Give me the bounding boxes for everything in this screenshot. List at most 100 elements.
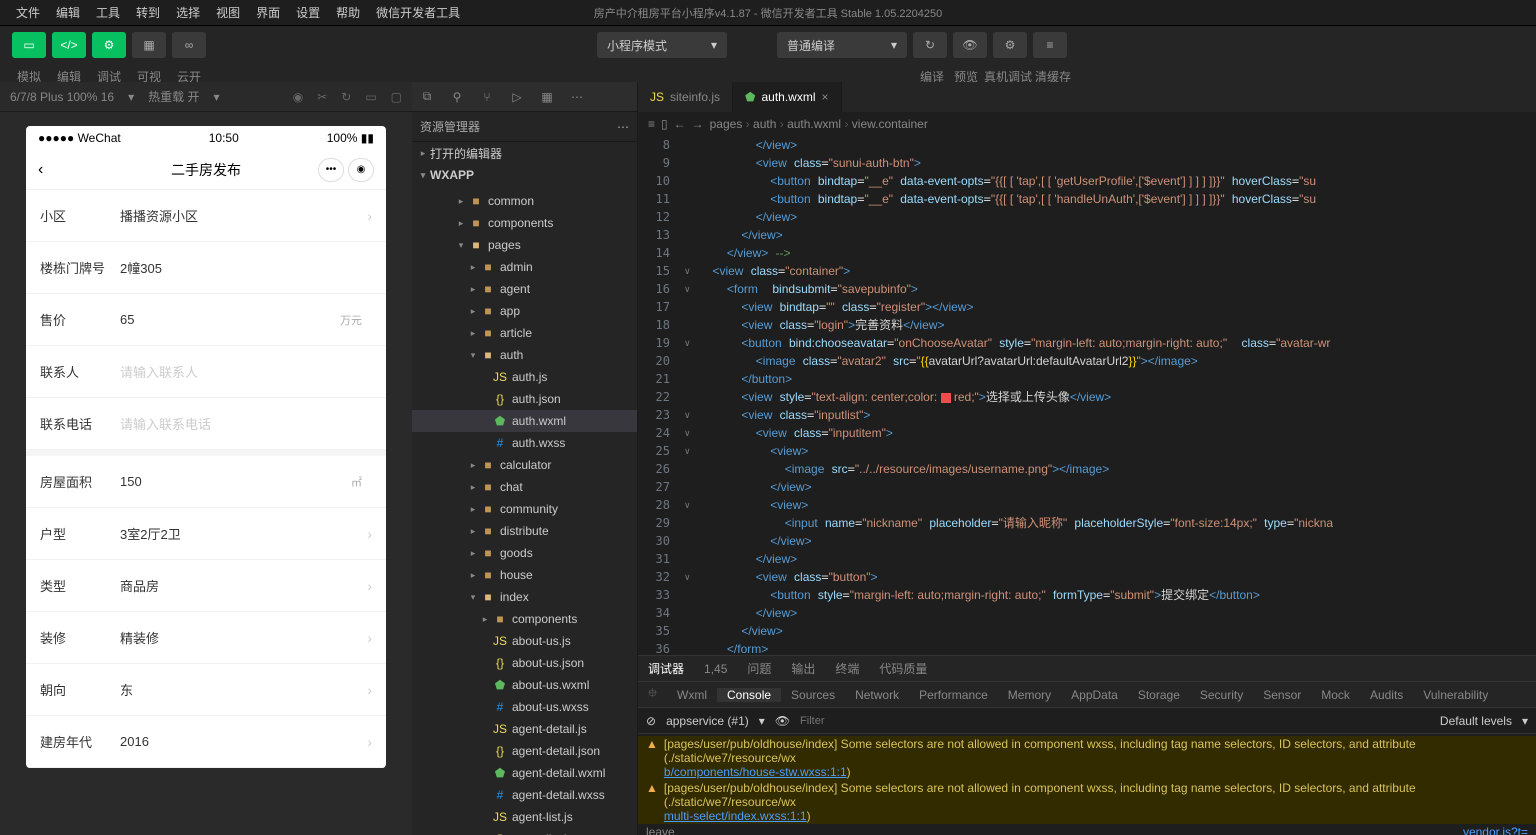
tree-node[interactable]: ▸■goods	[412, 542, 637, 564]
inspect-icon[interactable]: ⯐	[638, 684, 667, 705]
tree-node[interactable]: {}auth.json	[412, 388, 637, 410]
editor-tab[interactable]: ⬟auth.wxml×	[733, 82, 841, 112]
tree-node[interactable]: {}about-us.json	[412, 652, 637, 674]
tree-node[interactable]: ▾■auth	[412, 344, 637, 366]
tree-node[interactable]: {}agent-list.json	[412, 828, 637, 835]
form-row[interactable]: 售价65万元	[26, 294, 386, 346]
devtools-subtab[interactable]: Performance	[909, 688, 998, 702]
explorer-tab-icon[interactable]: ⧉	[412, 89, 442, 104]
devtools-subtab[interactable]: Audits	[1360, 688, 1413, 702]
tree-node[interactable]: ▸■common	[412, 190, 637, 212]
mode-dropdown[interactable]: 小程序模式▾	[597, 32, 727, 58]
menu-item[interactable]: 微信开发者工具	[368, 0, 468, 25]
devtools-tab[interactable]: 终端	[825, 656, 869, 682]
code-area[interactable]: 8 </view>9 <view class="sunui-auth-btn">…	[638, 136, 1536, 655]
tree-node[interactable]: {}agent-detail.json	[412, 740, 637, 762]
form-row[interactable]: 装修精装修›	[26, 612, 386, 664]
nav-fwd-icon[interactable]: →	[692, 117, 704, 131]
devtools-subtab[interactable]: Sensor	[1253, 688, 1311, 702]
levels-dropdown[interactable]: Default levels	[1440, 714, 1512, 728]
form-row[interactable]: 联系人请输入联系人	[26, 346, 386, 398]
breadcrumb[interactable]: ≡ ▯ ← → pages › auth › auth.wxml › view.…	[638, 112, 1536, 136]
sim-icon[interactable]: ▭	[365, 90, 376, 104]
sim-icon[interactable]: ✂	[317, 90, 327, 104]
more-icon[interactable]: ⋯	[617, 120, 629, 134]
menu-item[interactable]: 文件	[8, 0, 48, 25]
editor-button[interactable]: </>	[52, 32, 86, 58]
tree-node[interactable]: JSauth.js	[412, 366, 637, 388]
section-wxapp[interactable]: ▾WXAPP	[412, 164, 637, 186]
tab-icon[interactable]: ▦	[532, 90, 562, 104]
devtools-subtab[interactable]: Wxml	[667, 688, 717, 702]
devtools-subtab[interactable]: Console	[717, 688, 781, 702]
devtools-subtab[interactable]: Storage	[1128, 688, 1190, 702]
tree-node[interactable]: ▸■agent	[412, 278, 637, 300]
tree-node[interactable]: ⬟auth.wxml	[412, 410, 637, 432]
tab-icon[interactable]: ▷	[502, 90, 532, 104]
tree-node[interactable]: ▸■chat	[412, 476, 637, 498]
eye-icon[interactable]: 👁	[775, 714, 790, 728]
tree-node[interactable]: ⬟agent-detail.wxml	[412, 762, 637, 784]
tree-node[interactable]: JSagent-list.js	[412, 806, 637, 828]
devtools-subtab[interactable]: Sources	[781, 688, 845, 702]
tree-node[interactable]: ▸■components	[412, 212, 637, 234]
compile-button[interactable]: ↻	[913, 32, 947, 58]
devtools-subtab[interactable]: Vulnerability	[1413, 688, 1498, 702]
devtools-tab[interactable]: 1,45	[694, 656, 737, 682]
devtools-subtab[interactable]: Security	[1190, 688, 1253, 702]
tree-node[interactable]: ▸■admin	[412, 256, 637, 278]
cloud-button[interactable]: ∞	[172, 32, 206, 58]
form-row[interactable]: 户型3室2厅2卫›	[26, 508, 386, 560]
devtools-tab[interactable]: 问题	[737, 656, 781, 682]
tree-node[interactable]: #auth.wxss	[412, 432, 637, 454]
sim-icon[interactable]: ↻	[341, 90, 351, 104]
tree-node[interactable]: ▸■calculator	[412, 454, 637, 476]
back-icon[interactable]: ‹	[38, 161, 43, 179]
devtools-tab[interactable]: 调试器	[638, 656, 694, 682]
search-tab-icon[interactable]: ⚲	[442, 90, 472, 104]
form-row[interactable]: 建房年代2016›	[26, 716, 386, 768]
branch-tab-icon[interactable]: ⑂	[472, 90, 502, 104]
devtools-subtab[interactable]: Network	[845, 688, 909, 702]
tree-node[interactable]: ⬟about-us.wxml	[412, 674, 637, 696]
menu-item[interactable]: 工具	[88, 0, 128, 25]
devtools-subtab[interactable]: Mock	[1311, 688, 1360, 702]
menu-item[interactable]: 选择	[168, 0, 208, 25]
menu-item[interactable]: 编辑	[48, 0, 88, 25]
section-open-editors[interactable]: ▸打开的编辑器	[412, 142, 637, 164]
clear-console-icon[interactable]: ⊘	[646, 714, 656, 728]
editor-tab[interactable]: JSsiteinfo.js	[638, 82, 733, 112]
form-row[interactable]: 楼栋门牌号2幢305	[26, 242, 386, 294]
tree-node[interactable]: ▸■components	[412, 608, 637, 630]
sim-icon[interactable]: ◉	[293, 90, 303, 104]
tree-node[interactable]: #about-us.wxss	[412, 696, 637, 718]
device-selector[interactable]: 6/7/8 Plus 100% 16	[10, 90, 114, 104]
form-row[interactable]: 房屋面积150㎡	[26, 456, 386, 508]
filter-input[interactable]	[800, 715, 1430, 727]
menu-item[interactable]: 转到	[128, 0, 168, 25]
tree-node[interactable]: JSagent-detail.js	[412, 718, 637, 740]
nav-back-icon[interactable]: ←	[674, 117, 686, 131]
tree-node[interactable]: JSabout-us.js	[412, 630, 637, 652]
sim-icon[interactable]: ▢	[391, 90, 402, 104]
form-row[interactable]: 类型商品房›	[26, 560, 386, 612]
tree-node[interactable]: ▾■index	[412, 586, 637, 608]
debugger-button[interactable]: ⚙	[92, 32, 126, 58]
menu-item[interactable]: 界面	[248, 0, 288, 25]
form-row[interactable]: 小区播播资源小区›	[26, 190, 386, 242]
menu-item[interactable]: 视图	[208, 0, 248, 25]
clear-cache-button[interactable]: ≡	[1033, 32, 1067, 58]
remote-debug-button[interactable]: ⚙	[993, 32, 1027, 58]
capsule-close[interactable]: ◉	[348, 158, 374, 182]
context-dropdown[interactable]: appservice (#1)	[666, 714, 749, 728]
devtools-subtab[interactable]: Memory	[998, 688, 1061, 702]
tree-node[interactable]: ▸■house	[412, 564, 637, 586]
tree-node[interactable]: ▸■article	[412, 322, 637, 344]
nav-icon[interactable]: ≡	[648, 117, 655, 131]
compile-dropdown[interactable]: 普通编译▾	[777, 32, 907, 58]
visual-button[interactable]: ▦	[132, 32, 166, 58]
form-row[interactable]: 朝向东›	[26, 664, 386, 716]
capsule-menu[interactable]: •••	[318, 158, 344, 182]
tab-icon[interactable]: ⋯	[562, 90, 592, 104]
nav-icon[interactable]: ▯	[661, 117, 668, 131]
